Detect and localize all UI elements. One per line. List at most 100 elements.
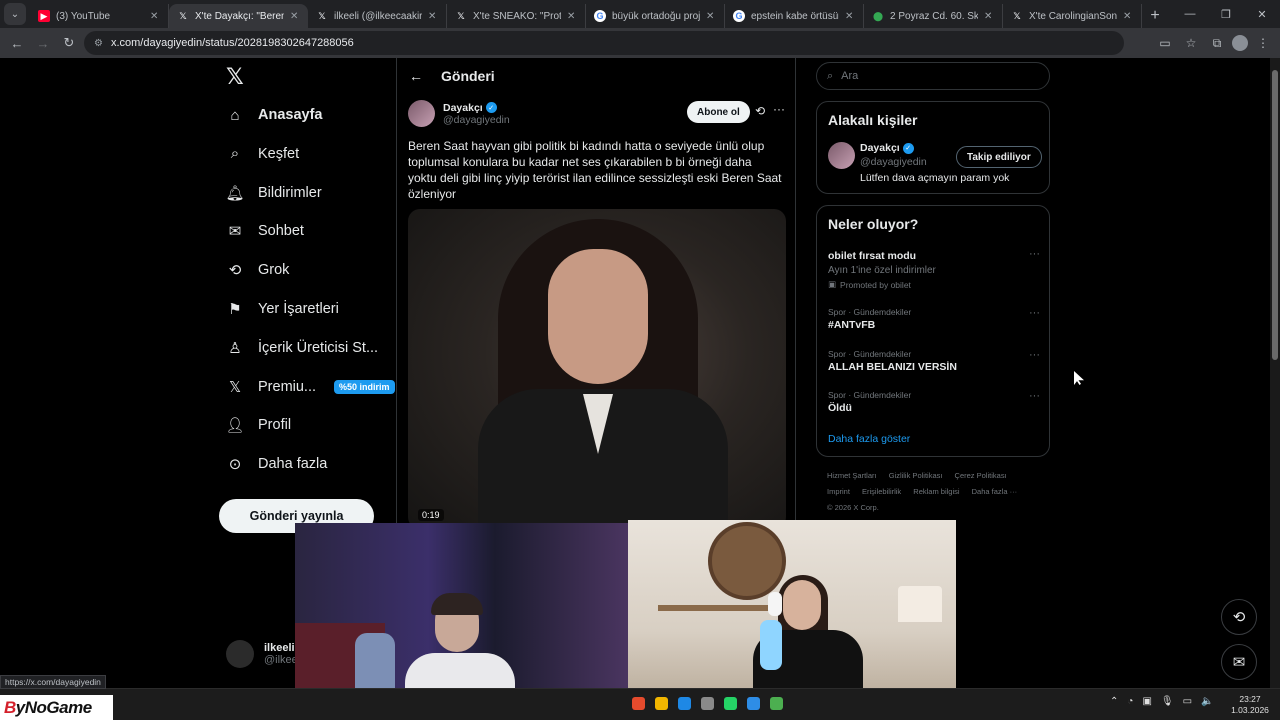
tray-app-icon[interactable]: ▣ [1142,696,1151,707]
tray-expand-icon[interactable]: ⌃ [1110,696,1118,707]
nav-item[interactable]: ♙ İçerik Üreticisi St... [226,339,378,357]
footer-link[interactable]: Imprint [827,487,850,496]
footer-link[interactable]: Reklam bilgisi [913,487,959,496]
trend-context: Spor · Gündemdekiler [828,307,912,317]
profile-avatar[interactable] [1232,35,1248,51]
browser-tab[interactable]: 𝕏 X'te SNEAKO: "Protect Tu ✕ [447,4,586,28]
following-button[interactable]: Takip ediliyor [956,146,1042,168]
nav-item[interactable]: 👤︎ Profil [225,416,291,434]
trend-item[interactable]: Spor · Gündemdekiler #ANTvFB ··· [828,307,1040,331]
browser-tab[interactable]: 𝕏 X'te CarolingianSon: "@E ✕ [1003,4,1142,28]
nav-item[interactable]: ⟲ Grok [226,261,290,279]
avatar[interactable] [408,100,435,127]
bell-icon: 🔔︎ [225,184,245,202]
trend-item[interactable]: obilet fırsat modu Ayın 1'ine özel indir… [828,248,1040,290]
trend-item[interactable]: Spor · Gündemdekiler Öldü ··· [828,390,1040,414]
windows-taskbar: ⌃ ◔ ▣ 🎙 ▭ 🔈 23:27 1.03.2026 [0,688,1280,720]
account-switcher[interactable]: ilkeeli @ilkeec [226,640,303,668]
scrollbar[interactable] [1270,58,1280,688]
x-icon: 𝕏 [179,10,187,21]
author-name[interactable]: Dayakçı ✓ [443,102,510,114]
scrollbar-thumb[interactable] [1272,70,1278,360]
taskbar-app-icon[interactable] [747,697,760,710]
grok-icon[interactable]: ⟲ [755,104,765,118]
related-handle[interactable]: @dayagiyedin [860,156,927,168]
browser-tab[interactable]: 𝕏 X'te Dayakçı: "Beren Saat ✕ [169,4,308,28]
taskbar-app-icon[interactable] [701,697,714,710]
forward-icon[interactable]: → [32,32,54,54]
footer-link[interactable]: Daha fazla ··· [972,487,1017,496]
avatar[interactable] [828,142,855,169]
show-more-link[interactable]: Daha fazla göster [828,433,910,445]
browser-menu-icon[interactable]: ⋮ [1252,32,1274,54]
trend-more-icon[interactable]: ··· [1029,248,1040,260]
footer-link[interactable]: Gizlilik Politikası [889,471,943,480]
x-logo-icon[interactable]: 𝕏 [226,64,244,90]
folder-icon[interactable] [655,697,668,710]
tab-close-icon[interactable]: ✕ [706,11,716,22]
tray-app-icon[interactable]: ◔ [1127,696,1133,707]
browser-tab[interactable]: ⬤ 2 Poyraz Cd. 60. Sk. - Goo ✕ [864,4,1003,28]
mouse-cursor-icon [1074,371,1084,385]
volume-icon[interactable]: 🔈 [1201,696,1213,707]
taskbar-clock[interactable]: 23:27 1.03.2026 [1226,694,1274,716]
extensions-icon[interactable]: ⧉ [1206,32,1228,54]
footer-link[interactable]: Çerez Politikası [955,471,1007,480]
footer-link[interactable]: Hizmet Şartları [827,471,877,480]
trend-more-icon[interactable]: ··· [1029,349,1040,361]
nav-item[interactable]: ⌂ Anasayfa [226,106,322,124]
microphone-icon[interactable]: 🎙 [1161,696,1174,707]
tab-search-icon[interactable]: ⌄ [4,3,26,25]
more-circle-icon: ⊙ [228,456,242,474]
grok-fab-icon[interactable]: ⟲ [1221,599,1257,635]
more-options-icon[interactable]: ··· [773,102,785,116]
tab-close-icon[interactable]: ✕ [150,11,160,22]
browser-tab[interactable]: 𝕏ilkeeli (@ilkeecaakir) / X ✕ [308,4,447,28]
post-author[interactable]: Dayakçı ✓ @dayagiyedin [408,100,510,127]
nav-item[interactable]: 𝕏 Premiu... %50 indirim [226,378,395,396]
nav-item[interactable]: ⚑ Yer İşaretleri [226,300,339,318]
trend-item[interactable]: Spor · Gündemdekiler ALLAH BELANIZI VERS… [828,349,1040,373]
tab-title: X'te CarolingianSon: "@E [1029,10,1117,22]
nav-item[interactable]: ⊙ Daha fazla [226,455,328,474]
browser-tab[interactable]: Gbüyük ortadoğu projesi h ✕ [586,4,725,28]
author-handle[interactable]: @dayagiyedin [443,114,510,126]
post-video[interactable]: 0:19 [408,209,786,529]
taskbar-app-icon[interactable] [678,697,691,710]
nav-item[interactable]: ⌕ Keşfet [226,145,299,163]
browser-tab[interactable]: Gepstein kabe örtüsünü ki ✕ [725,4,864,28]
back-arrow-icon[interactable]: ← [409,68,423,84]
chrome-icon[interactable] [770,697,783,710]
site-info-icon[interactable]: ⚙ [94,38,103,49]
address-bar[interactable]: ⚙ x.com/dayagiyedin/status/2028198302647… [84,31,1124,55]
new-tab-button[interactable]: + [1142,4,1168,28]
back-icon[interactable]: ← [6,32,28,54]
taskbar-app-icon[interactable] [632,697,645,710]
trend-more-icon[interactable]: ··· [1029,390,1040,402]
browser-tab[interactable]: ▶ (3) YouTube ✕ [30,4,169,28]
subscribe-button[interactable]: Abone ol [687,101,750,123]
tab-close-icon[interactable]: ✕ [1123,11,1133,22]
display-icon[interactable]: ▭ [1183,696,1192,707]
search-input[interactable]: ⌕ Ara [816,62,1050,90]
tab-close-icon[interactable]: ✕ [845,11,855,22]
minimize-icon[interactable]: — [1172,0,1208,28]
restore-icon[interactable]: ❐ [1208,0,1244,28]
reload-icon[interactable]: ↻ [58,32,80,54]
bookmark-star-icon[interactable]: ☆ [1180,32,1202,54]
cast-icon[interactable]: ▭ [1154,32,1176,54]
tab-close-icon[interactable]: ✕ [290,11,300,22]
messages-fab-icon[interactable]: ✉ [1221,644,1257,680]
trend-more-icon[interactable]: ··· [1029,307,1040,319]
tab-close-icon[interactable]: ✕ [567,11,577,22]
footer-link[interactable]: Erişilebilirlik [862,487,901,496]
related-name[interactable]: Dayakçı ✓ [860,142,914,154]
logo-prefix: B [4,697,16,717]
tab-close-icon[interactable]: ✕ [984,11,994,22]
nav-item[interactable]: ✉ Sohbet [226,222,304,240]
whatsapp-icon[interactable] [724,697,737,710]
close-window-icon[interactable]: ✕ [1244,0,1280,28]
tab-title: epstein kabe örtüsünü ki [751,10,839,22]
tab-close-icon[interactable]: ✕ [428,11,438,22]
nav-item[interactable]: 🔔︎ Bildirimler [225,184,321,202]
